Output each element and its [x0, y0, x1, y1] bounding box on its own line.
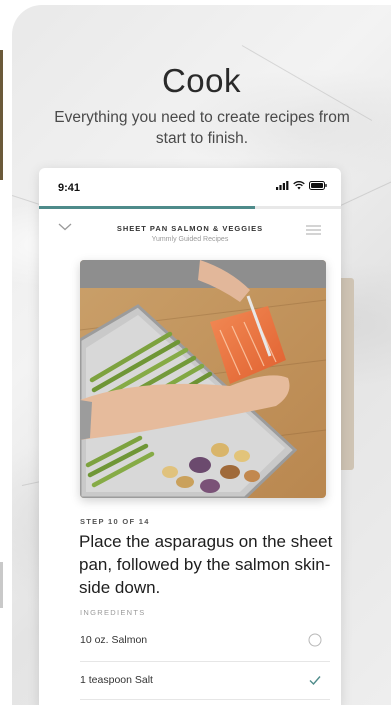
ingredient-row[interactable]: 10 oz. Salmon [80, 622, 330, 658]
step-instruction: Place the asparagus on the sheet pan, fo… [79, 532, 333, 597]
recipe-subtitle: Yummly Guided Recipes [151, 236, 229, 243]
recipe-title: SHEET PAN SALMON & VEGGIES [116, 224, 264, 233]
battery-icon [309, 181, 327, 190]
status-time: 9:41 [58, 182, 81, 194]
step-counter: STEP 10 OF 14 [80, 517, 150, 526]
wifi-icon [293, 181, 305, 190]
chevron-down-icon[interactable] [58, 223, 72, 231]
recipe-nav-bar: SHEET PAN SALMON & VEGGIES Yummly Guided… [39, 209, 341, 249]
list-menu-icon[interactable] [306, 225, 321, 235]
adjacent-screenshot-edge-lower [0, 562, 3, 608]
ingredient-divider [80, 699, 330, 700]
adjacent-screenshot-edge [0, 50, 3, 180]
signal-icon [276, 181, 289, 190]
unchecked-circle-icon[interactable] [308, 633, 322, 647]
status-bar: 9:41 [39, 168, 341, 206]
ingredient-row[interactable]: 1 teaspoon Salt [80, 662, 330, 698]
status-icons [276, 181, 327, 190]
ingredients-header: INGREDIENTS [80, 608, 146, 617]
sheet-pan-salmon-image [80, 260, 326, 498]
promo-headline: Cook [161, 62, 242, 99]
ingredient-name: 10 oz. Salmon [80, 634, 148, 646]
step-photo [80, 260, 326, 498]
promo-subline: Everything you need to create recipes fr… [54, 109, 350, 147]
ingredient-name: 1 teaspoon Salt [80, 674, 153, 686]
checkmark-icon[interactable] [308, 673, 322, 687]
